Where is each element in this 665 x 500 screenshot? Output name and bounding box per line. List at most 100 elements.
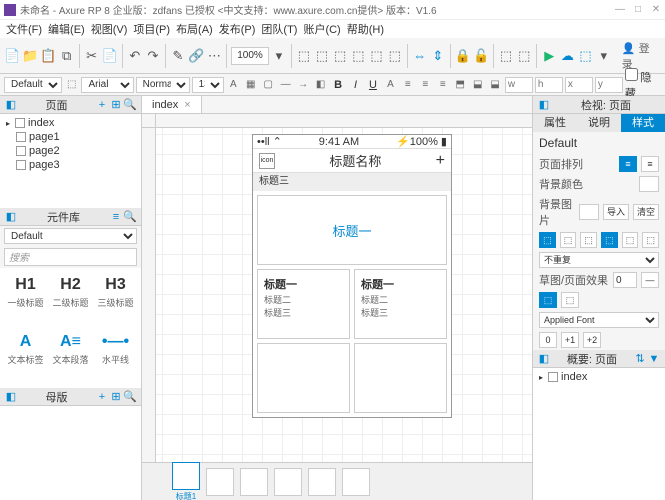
widget-h1[interactable]: H1一级标题 <box>4 272 47 327</box>
page-align-center-icon[interactable]: ≡ <box>641 156 659 172</box>
new-file-icon[interactable]: 📄 <box>4 43 20 69</box>
more-icon[interactable]: ⋯ <box>206 43 222 69</box>
maximize-icon[interactable]: □ <box>633 5 643 15</box>
tool1-icon[interactable]: ⬚ <box>498 43 514 69</box>
login-button[interactable]: 登录 <box>614 40 661 72</box>
txtcolor-icon[interactable]: A <box>383 77 398 93</box>
outline-node-index[interactable]: index <box>535 370 663 384</box>
sketch-1-icon[interactable]: ⬚ <box>539 292 557 308</box>
menu-help[interactable]: 帮助(H) <box>345 21 386 37</box>
applied-font-select[interactable]: Applied Font <box>539 312 659 328</box>
sort-icon[interactable]: ⇅ <box>633 352 647 365</box>
h-input[interactable] <box>535 77 563 93</box>
panel-menu-icon[interactable]: ◧ <box>537 98 551 111</box>
mock-card-3[interactable] <box>257 343 350 413</box>
menu-account[interactable]: 账户(C) <box>301 21 342 37</box>
clear-button[interactable]: 清空 <box>633 204 659 220</box>
align-center-icon[interactable]: ⬚ <box>314 43 330 69</box>
preview-icon[interactable]: ▶ <box>541 43 557 69</box>
tab-notes[interactable]: 说明 <box>577 114 621 132</box>
add-master-icon[interactable]: + <box>95 391 109 403</box>
cloud-icon[interactable]: ☁ <box>559 43 575 69</box>
tree-node-page3[interactable]: page3 <box>2 158 139 172</box>
link-icon[interactable]: 🔗 <box>188 43 204 69</box>
widget-paragraph[interactable]: A≡文本段落 <box>49 329 92 384</box>
mock-card-right[interactable]: 标题一标题二标题三 <box>354 269 447 339</box>
pos-1-icon[interactable]: ⬚ <box>539 232 556 248</box>
new-folder-icon[interactable]: 📁 <box>22 43 38 69</box>
bold-icon[interactable]: B <box>330 77 345 93</box>
line-icon[interactable]: — <box>278 77 293 93</box>
tab-index[interactable]: index× <box>142 96 202 113</box>
fill-icon[interactable]: ▦ <box>243 77 258 93</box>
italic-icon[interactable]: I <box>348 77 363 93</box>
pos-4-icon[interactable]: ⬚ <box>601 232 618 248</box>
zoom-select[interactable]: 100% <box>231 47 269 65</box>
undo-icon[interactable]: ↶ <box>127 43 143 69</box>
arrow-icon[interactable]: → <box>295 77 310 93</box>
pos-3-icon[interactable]: ⬚ <box>580 232 597 248</box>
dropdown-icon[interactable]: ▾ <box>596 43 612 69</box>
minimize-icon[interactable]: — <box>615 5 625 15</box>
thumbnail-1[interactable] <box>172 462 200 490</box>
menu-publish[interactable]: 发布(P) <box>217 21 258 37</box>
hidden-checkbox[interactable] <box>625 68 638 81</box>
mock-card-4[interactable] <box>354 343 447 413</box>
pen-icon[interactable]: ✎ <box>170 43 186 69</box>
al-c-icon[interactable]: ≡ <box>418 77 433 93</box>
close-icon[interactable]: ✕ <box>651 5 661 15</box>
effect-input[interactable] <box>613 272 637 288</box>
al-l-icon[interactable]: ≡ <box>400 77 415 93</box>
widget-h3[interactable]: H3三级标题 <box>94 272 137 327</box>
library-search[interactable]: 搜索 <box>4 248 137 266</box>
mock-title[interactable]: 标题名称 <box>329 151 381 170</box>
menu-file[interactable]: 文件(F) <box>4 21 44 37</box>
mock-section[interactable]: 标题三 <box>253 173 451 191</box>
bgimg-well[interactable] <box>579 204 599 220</box>
thumbnail-2[interactable] <box>206 468 234 496</box>
unlock-icon[interactable]: 🔓 <box>473 43 489 69</box>
panel-menu-icon[interactable]: ◧ <box>4 210 18 223</box>
dist-v-icon[interactable]: ⇕ <box>430 43 446 69</box>
library-select[interactable]: Default <box>4 228 137 244</box>
align-top-icon[interactable]: ⬚ <box>350 43 366 69</box>
pos-6-icon[interactable]: ⬚ <box>642 232 659 248</box>
stroke-0-icon[interactable]: 0 <box>539 332 557 348</box>
mock-card-main[interactable]: 标题一 <box>257 195 447 265</box>
add-page-icon[interactable]: + <box>95 99 109 111</box>
menu-team[interactable]: 团队(T) <box>259 21 299 37</box>
pos-5-icon[interactable]: ⬚ <box>622 232 639 248</box>
filter-icon[interactable]: ▼ <box>647 353 661 365</box>
mock-icon-placeholder[interactable]: icon <box>259 153 275 169</box>
weight-select[interactable]: Normal <box>136 77 190 93</box>
close-tab-icon[interactable]: × <box>184 99 190 111</box>
device-frame[interactable]: ••ll ⌃9:41 AM⚡100% ▮ icon 标题名称 + 标题三 标题一… <box>252 134 452 418</box>
add-folder-icon[interactable]: ⊞ <box>109 98 123 111</box>
size-select[interactable]: 13 <box>192 77 224 93</box>
tab-style[interactable]: 样式 <box>621 114 665 132</box>
page-align-left-icon[interactable]: ≡ <box>619 156 637 172</box>
chevron-down-icon[interactable]: ▾ <box>271 43 287 69</box>
align-mid-icon[interactable]: ⬚ <box>368 43 384 69</box>
cut-icon[interactable]: ✂ <box>84 43 100 69</box>
val-t-icon[interactable]: ⬒ <box>452 77 467 93</box>
val-b-icon[interactable]: ⬓ <box>487 77 502 93</box>
lib-menu-icon[interactable]: ≡ <box>109 211 123 223</box>
tree-node-page1[interactable]: page1 <box>2 130 139 144</box>
font-select[interactable]: Arial <box>81 77 133 93</box>
repeat-select[interactable]: 不重复 <box>539 252 659 268</box>
align-bot-icon[interactable]: ⬚ <box>387 43 403 69</box>
border-icon[interactable]: ▢ <box>261 77 276 93</box>
effect-slider-icon[interactable]: — <box>641 272 659 288</box>
paste-icon[interactable]: 📄 <box>102 43 118 69</box>
stroke-1-icon[interactable]: +1 <box>561 332 579 348</box>
align-left-icon[interactable]: ⬚ <box>296 43 312 69</box>
search-icon[interactable]: 🔍 <box>123 390 137 403</box>
tree-node-page2[interactable]: page2 <box>2 144 139 158</box>
folder-icon[interactable]: ⊞ <box>109 390 123 403</box>
duplicate-icon[interactable]: ⧉ <box>59 43 75 69</box>
w-input[interactable] <box>505 77 533 93</box>
menu-edit[interactable]: 编辑(E) <box>46 21 87 37</box>
style-select[interactable]: Default <box>4 77 62 93</box>
plus-icon[interactable]: + <box>436 152 445 170</box>
